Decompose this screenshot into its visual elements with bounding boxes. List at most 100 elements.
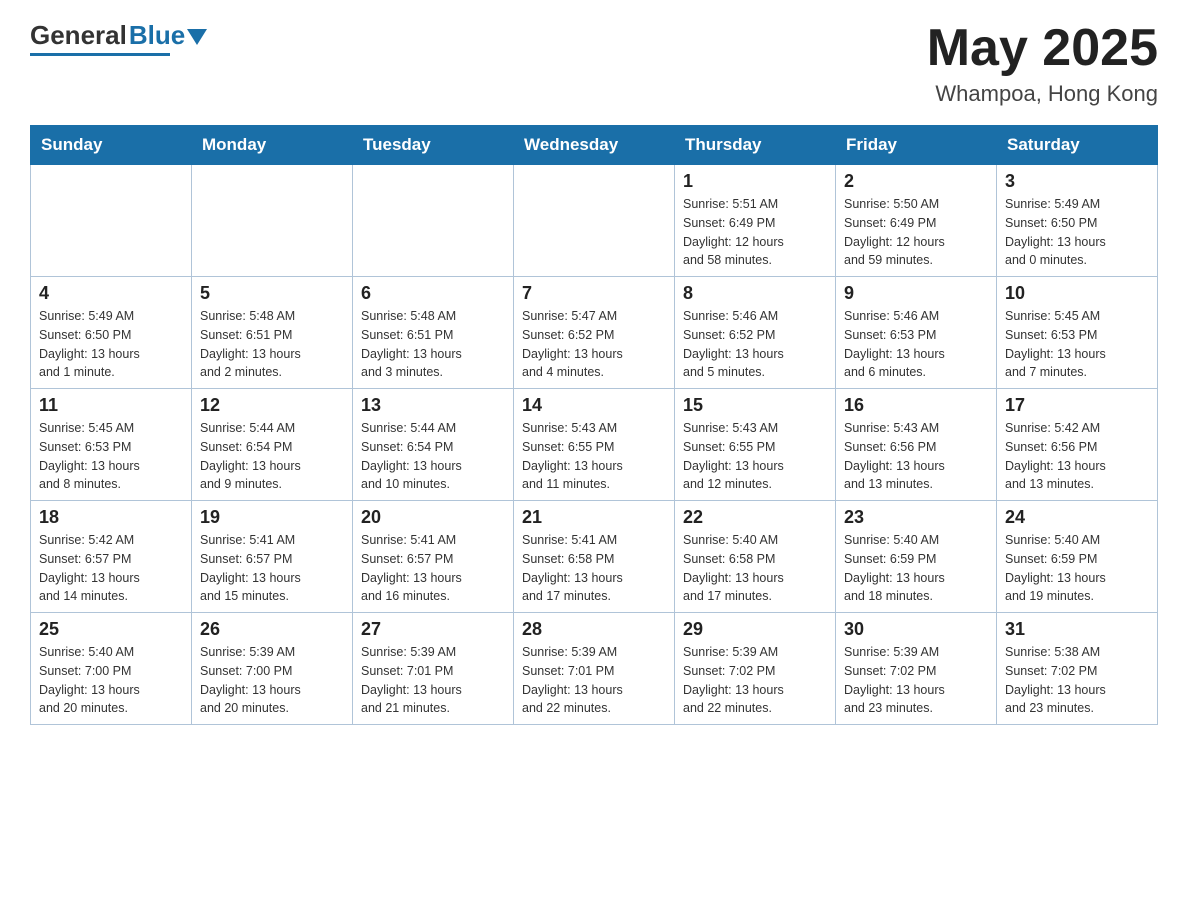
day-info: Sunrise: 5:49 AMSunset: 6:50 PMDaylight:… [39,307,183,382]
day-cell-0-1 [192,165,353,277]
day-info: Sunrise: 5:40 AMSunset: 6:58 PMDaylight:… [683,531,827,606]
day-number: 17 [1005,395,1149,416]
day-cell-0-4: 1 Sunrise: 5:51 AMSunset: 6:49 PMDaylight… [675,165,836,277]
day-number: 10 [1005,283,1149,304]
logo-area: General Blue [30,20,207,56]
day-info: Sunrise: 5:48 AMSunset: 6:51 PMDaylight:… [361,307,505,382]
logo-blue-container: Blue [127,20,207,51]
calendar-header: SundayMondayTuesdayWednesdayThursdayFrid… [31,126,1158,165]
day-cell-2-5: 16Sunrise: 5:43 AMSunset: 6:56 PMDayligh… [836,389,997,501]
day-info: Sunrise: 5:44 AMSunset: 6:54 PMDaylight:… [361,419,505,494]
day-number: 26 [200,619,344,640]
day-cell-0-0 [31,165,192,277]
day-cell-3-6: 24 Sunrise: 5:40 AMSunset: 6:59 PMDayligh… [997,501,1158,613]
header-tuesday: Tuesday [353,126,514,165]
day-info: Sunrise: 5:47 AMSunset: 6:52 PMDaylight:… [522,307,666,382]
day-info: Sunrise: 5:40 AMSunset: 7:00 PMDaylight:… [39,643,183,718]
day-info: Sunrise: 5:46 AMSunset: 6:52 PMDaylight:… [683,307,827,382]
day-cell-2-2: 13Sunrise: 5:44 AMSunset: 6:54 PMDayligh… [353,389,514,501]
day-number: 19 [200,507,344,528]
day-info: Sunrise: 5:42 AMSunset: 6:57 PMDaylight:… [39,531,183,606]
location-subtitle: Whampoa, Hong Kong [927,81,1158,107]
page-header: General Blue May 2025 Whampoa, Hong Kong [30,20,1158,107]
week-row-4: 18 Sunrise: 5:42 AMSunset: 6:57 PMDayligh… [31,501,1158,613]
day-cell-3-5: 23 Sunrise: 5:40 AMSunset: 6:59 PMDayligh… [836,501,997,613]
header-wednesday: Wednesday [514,126,675,165]
day-info: Sunrise: 5:45 AMSunset: 6:53 PMDaylight:… [1005,307,1149,382]
day-cell-2-0: 11Sunrise: 5:45 AMSunset: 6:53 PMDayligh… [31,389,192,501]
logo-general-text: General [30,20,127,51]
week-row-1: 1 Sunrise: 5:51 AMSunset: 6:49 PMDaylight… [31,165,1158,277]
header-monday: Monday [192,126,353,165]
day-cell-0-3 [514,165,675,277]
day-cell-1-3: 7 Sunrise: 5:47 AMSunset: 6:52 PMDaylight… [514,277,675,389]
title-area: May 2025 Whampoa, Hong Kong [927,20,1158,107]
day-number: 21 [522,507,666,528]
logo: General Blue [30,20,207,51]
day-cell-4-3: 28 Sunrise: 5:39 AMSunset: 7:01 PMDayligh… [514,613,675,725]
day-cell-1-4: 8 Sunrise: 5:46 AMSunset: 6:52 PMDaylight… [675,277,836,389]
header-friday: Friday [836,126,997,165]
day-cell-3-4: 22Sunrise: 5:40 AMSunset: 6:58 PMDayligh… [675,501,836,613]
day-number: 8 [683,283,827,304]
day-info: Sunrise: 5:46 AMSunset: 6:53 PMDaylight:… [844,307,988,382]
day-number: 9 [844,283,988,304]
day-info: Sunrise: 5:40 AMSunset: 6:59 PMDaylight:… [844,531,988,606]
day-number: 1 [683,171,827,192]
month-year-title: May 2025 [927,20,1158,77]
day-cell-4-2: 27 Sunrise: 5:39 AMSunset: 7:01 PMDayligh… [353,613,514,725]
day-cell-2-4: 15Sunrise: 5:43 AMSunset: 6:55 PMDayligh… [675,389,836,501]
day-number: 12 [200,395,344,416]
day-cell-2-3: 14 Sunrise: 5:43 AMSunset: 6:55 PMDayligh… [514,389,675,501]
day-number: 14 [522,395,666,416]
day-info: Sunrise: 5:41 AMSunset: 6:58 PMDaylight:… [522,531,666,606]
week-row-2: 4 Sunrise: 5:49 AMSunset: 6:50 PMDaylight… [31,277,1158,389]
day-cell-1-6: 10 Sunrise: 5:45 AMSunset: 6:53 PMDayligh… [997,277,1158,389]
day-info: Sunrise: 5:45 AMSunset: 6:53 PMDaylight:… [39,419,183,494]
week-row-3: 11Sunrise: 5:45 AMSunset: 6:53 PMDayligh… [31,389,1158,501]
day-number: 15 [683,395,827,416]
header-thursday: Thursday [675,126,836,165]
day-cell-4-4: 29 Sunrise: 5:39 AMSunset: 7:02 PMDayligh… [675,613,836,725]
day-number: 27 [361,619,505,640]
day-info: Sunrise: 5:42 AMSunset: 6:56 PMDaylight:… [1005,419,1149,494]
day-number: 30 [844,619,988,640]
day-cell-0-5: 2Sunrise: 5:50 AMSunset: 6:49 PMDaylight… [836,165,997,277]
day-cell-4-1: 26 Sunrise: 5:39 AMSunset: 7:00 PMDayligh… [192,613,353,725]
day-number: 23 [844,507,988,528]
day-info: Sunrise: 5:51 AMSunset: 6:49 PMDaylight:… [683,195,827,270]
day-number: 16 [844,395,988,416]
day-number: 4 [39,283,183,304]
day-info: Sunrise: 5:41 AMSunset: 6:57 PMDaylight:… [361,531,505,606]
day-number: 25 [39,619,183,640]
day-number: 20 [361,507,505,528]
week-row-5: 25 Sunrise: 5:40 AMSunset: 7:00 PMDayligh… [31,613,1158,725]
day-cell-1-5: 9 Sunrise: 5:46 AMSunset: 6:53 PMDaylight… [836,277,997,389]
calendar-body: 1 Sunrise: 5:51 AMSunset: 6:49 PMDaylight… [31,165,1158,725]
day-info: Sunrise: 5:41 AMSunset: 6:57 PMDaylight:… [200,531,344,606]
day-info: Sunrise: 5:40 AMSunset: 6:59 PMDaylight:… [1005,531,1149,606]
day-info: Sunrise: 5:39 AMSunset: 7:00 PMDaylight:… [200,643,344,718]
day-cell-4-5: 30 Sunrise: 5:39 AMSunset: 7:02 PMDayligh… [836,613,997,725]
days-of-week-row: SundayMondayTuesdayWednesdayThursdayFrid… [31,126,1158,165]
day-info: Sunrise: 5:39 AMSunset: 7:02 PMDaylight:… [844,643,988,718]
day-info: Sunrise: 5:39 AMSunset: 7:01 PMDaylight:… [361,643,505,718]
day-info: Sunrise: 5:43 AMSunset: 6:55 PMDaylight:… [522,419,666,494]
logo-blue-text: Blue [129,20,185,51]
day-number: 5 [200,283,344,304]
day-number: 29 [683,619,827,640]
day-number: 28 [522,619,666,640]
day-info: Sunrise: 5:49 AMSunset: 6:50 PMDaylight:… [1005,195,1149,270]
day-number: 7 [522,283,666,304]
day-number: 24 [1005,507,1149,528]
day-cell-4-6: 31Sunrise: 5:38 AMSunset: 7:02 PMDayligh… [997,613,1158,725]
day-info: Sunrise: 5:39 AMSunset: 7:02 PMDaylight:… [683,643,827,718]
day-number: 18 [39,507,183,528]
day-cell-3-1: 19 Sunrise: 5:41 AMSunset: 6:57 PMDayligh… [192,501,353,613]
calendar-table: SundayMondayTuesdayWednesdayThursdayFrid… [30,125,1158,725]
day-cell-3-2: 20 Sunrise: 5:41 AMSunset: 6:57 PMDayligh… [353,501,514,613]
day-cell-1-1: 5Sunrise: 5:48 AMSunset: 6:51 PMDaylight… [192,277,353,389]
day-info: Sunrise: 5:44 AMSunset: 6:54 PMDaylight:… [200,419,344,494]
header-saturday: Saturday [997,126,1158,165]
day-info: Sunrise: 5:39 AMSunset: 7:01 PMDaylight:… [522,643,666,718]
